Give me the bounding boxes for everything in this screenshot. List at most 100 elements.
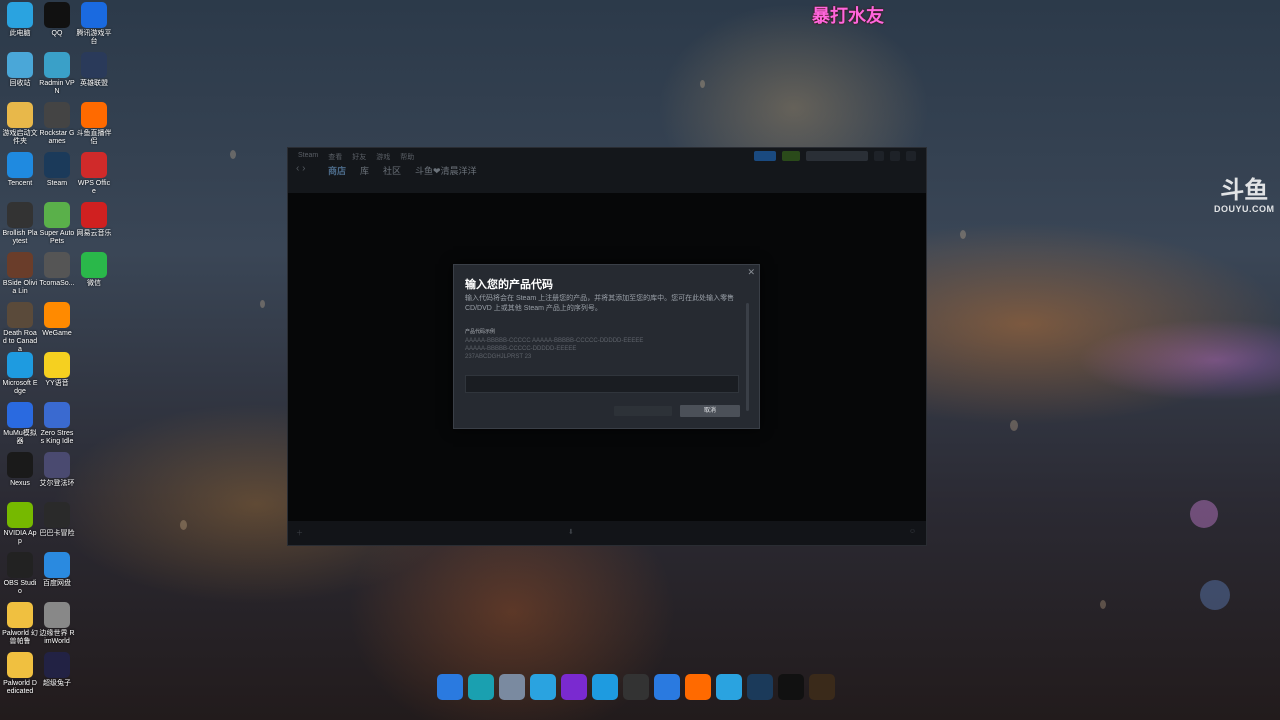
confirm-button[interactable] xyxy=(614,406,672,416)
steam-s-icon[interactable] xyxy=(716,674,742,700)
edge-icon xyxy=(7,352,33,378)
menu-item-games[interactable]: 游戏 xyxy=(376,152,390,162)
edge-icon[interactable] xyxy=(592,674,618,700)
desktop-icon[interactable]: QQ xyxy=(39,2,75,38)
nvidia-icon xyxy=(7,502,33,528)
desktop-icon[interactable]: TcomaSo... xyxy=(39,252,75,288)
tab-profile[interactable]: 斗鱼❤清晨洋洋 xyxy=(415,164,477,177)
desktop-icon-label: 此电脑 xyxy=(9,30,31,37)
desktop-icon[interactable]: 超级兔子 xyxy=(39,652,75,688)
game-icon xyxy=(44,652,70,678)
desktop-icon[interactable]: 回收站 xyxy=(2,52,38,88)
example-line: 237ABCDGHJLPRST 23 xyxy=(465,354,532,360)
desktop-icon[interactable]: Palworld Dedicated xyxy=(2,652,38,696)
downloads-icon[interactable]: ⬇ xyxy=(568,528,574,536)
menu-item-help[interactable]: 帮助 xyxy=(400,152,414,162)
desktop-icon[interactable]: Brollish Playtest xyxy=(2,202,38,246)
desktop-icon[interactable]: 巴巴卡冒险 xyxy=(39,502,75,538)
menu-item-steam[interactable]: Steam xyxy=(298,152,318,162)
steam-titlebar: Steam 查看 好友 游戏 帮助 ‹ › 商店 库 社区 斗鱼❤清晨洋洋 xyxy=(288,148,926,193)
desktop-icon[interactable]: BSide Olivia Lin xyxy=(2,252,38,296)
maximize-icon[interactable] xyxy=(890,151,900,161)
friends-chat-icon[interactable]: ☺ xyxy=(909,528,916,535)
desktop-icon-label: QQ xyxy=(51,30,63,37)
broadcast-icon[interactable] xyxy=(754,151,776,161)
desktop-icon[interactable]: WeGame xyxy=(39,302,75,338)
desktop-icon[interactable]: 英雄联盟 xyxy=(76,52,112,88)
qq-icon[interactable] xyxy=(778,674,804,700)
douyu-icon xyxy=(81,102,107,128)
product-code-input[interactable] xyxy=(465,375,739,393)
netease-music-icon xyxy=(81,202,107,228)
game-icon xyxy=(7,302,33,328)
obs-icon[interactable] xyxy=(623,674,649,700)
desktop-icon-label: Tencent xyxy=(7,180,33,187)
dialog-title: 输入您的产品代码 xyxy=(465,279,553,291)
purple-app-icon[interactable] xyxy=(561,674,587,700)
scrollbar[interactable] xyxy=(746,303,749,411)
desktop-icon[interactable]: Nexus xyxy=(2,452,38,488)
blue-app-icon[interactable] xyxy=(654,674,680,700)
add-game-icon[interactable]: ＋ xyxy=(296,528,303,538)
desktop-icon-label: Palworld Dedicated xyxy=(3,680,37,695)
tab-community[interactable]: 社区 xyxy=(383,164,401,177)
tab-library[interactable]: 库 xyxy=(360,164,369,177)
desktop-icon[interactable]: 斗鱼直播伴侣 xyxy=(76,102,112,146)
minimize-icon[interactable] xyxy=(874,151,884,161)
close-icon[interactable]: ✕ xyxy=(747,267,755,278)
desktop-icon[interactable]: Tencent xyxy=(2,152,38,188)
desktop-icon[interactable]: 艾尔登法环 xyxy=(39,452,75,488)
desktop-icon-label: Palworld 幻兽帕鲁 xyxy=(2,630,38,645)
desktop-icon-label: Steam xyxy=(46,180,68,187)
baidu-icon xyxy=(44,552,70,578)
vpn-icon xyxy=(44,52,70,78)
notification-icon[interactable] xyxy=(782,151,800,161)
desktop-icon-label: TcomaSo... xyxy=(39,280,75,287)
desktop-icon[interactable]: Radmin VPN xyxy=(39,52,75,96)
desktop-icon[interactable]: Palworld 幻兽帕鲁 xyxy=(2,602,38,646)
desktop-icon[interactable]: Rockstar Games xyxy=(39,102,75,146)
nav-arrows-icon[interactable]: ‹ › xyxy=(296,163,305,174)
steam-icon xyxy=(44,152,70,178)
game-icon[interactable] xyxy=(809,674,835,700)
account-button[interactable] xyxy=(806,151,868,161)
steam-statusbar: ＋ ⬇ ☺ xyxy=(288,521,926,545)
yy-icon xyxy=(44,352,70,378)
desktop-icon[interactable]: YY语音 xyxy=(39,352,75,388)
close-icon[interactable] xyxy=(906,151,916,161)
desktop-icon-label: Zero Stress King Idle xyxy=(40,430,74,445)
menu-item-view[interactable]: 查看 xyxy=(328,152,342,162)
desktop-icon[interactable]: OBS Studio xyxy=(2,552,38,596)
desktop-icon[interactable]: MuMu模拟器 xyxy=(2,402,38,446)
menu-item-friends[interactable]: 好友 xyxy=(352,152,366,162)
steam-icon[interactable] xyxy=(747,674,773,700)
recycle-bin-icon xyxy=(7,52,33,78)
bag-icon[interactable] xyxy=(499,674,525,700)
desktop-icon[interactable]: 腾讯游戏平台 xyxy=(76,2,112,46)
desktop-icon[interactable]: 百度网盘 xyxy=(39,552,75,588)
desktop-icon[interactable]: WPS Office xyxy=(76,152,112,196)
douyu-icon[interactable] xyxy=(685,674,711,700)
desktop-icon[interactable]: 微信 xyxy=(76,252,112,288)
desktop-icon[interactable]: 此电脑 xyxy=(2,2,38,38)
monitor-icon[interactable] xyxy=(530,674,556,700)
wps-icon xyxy=(81,152,107,178)
tencent-icon xyxy=(7,152,33,178)
cancel-button[interactable]: 取消 xyxy=(680,405,740,417)
desktop-icon[interactable]: 边缘世界 RimWorld xyxy=(39,602,75,646)
desktop-icon[interactable]: NVIDIA App xyxy=(2,502,38,546)
desktop-icon[interactable]: Steam xyxy=(39,152,75,188)
desktop-icon[interactable]: Zero Stress King Idle xyxy=(39,402,75,446)
circle-app-icon[interactable] xyxy=(468,674,494,700)
desktop-icon[interactable]: Super Auto Pets xyxy=(39,202,75,246)
windows-start-icon[interactable] xyxy=(437,674,463,700)
desktop-icon-label: 网易云音乐 xyxy=(76,230,112,237)
game-icon xyxy=(81,52,107,78)
product-code-dialog: ✕ 输入您的产品代码 输入代码将会在 Steam 上注册您的产品，并将其添加至您… xyxy=(453,264,760,429)
desktop-icon[interactable]: 游戏启动文件夹 xyxy=(2,102,38,146)
desktop-icon[interactable]: Death Road to Canada xyxy=(2,302,38,354)
desktop-icon[interactable]: 网易云音乐 xyxy=(76,202,112,238)
desktop-icon[interactable]: Microsoft Edge xyxy=(2,352,38,396)
tab-store[interactable]: 商店 xyxy=(328,164,346,177)
desktop-icon-label: MuMu模拟器 xyxy=(3,430,37,445)
